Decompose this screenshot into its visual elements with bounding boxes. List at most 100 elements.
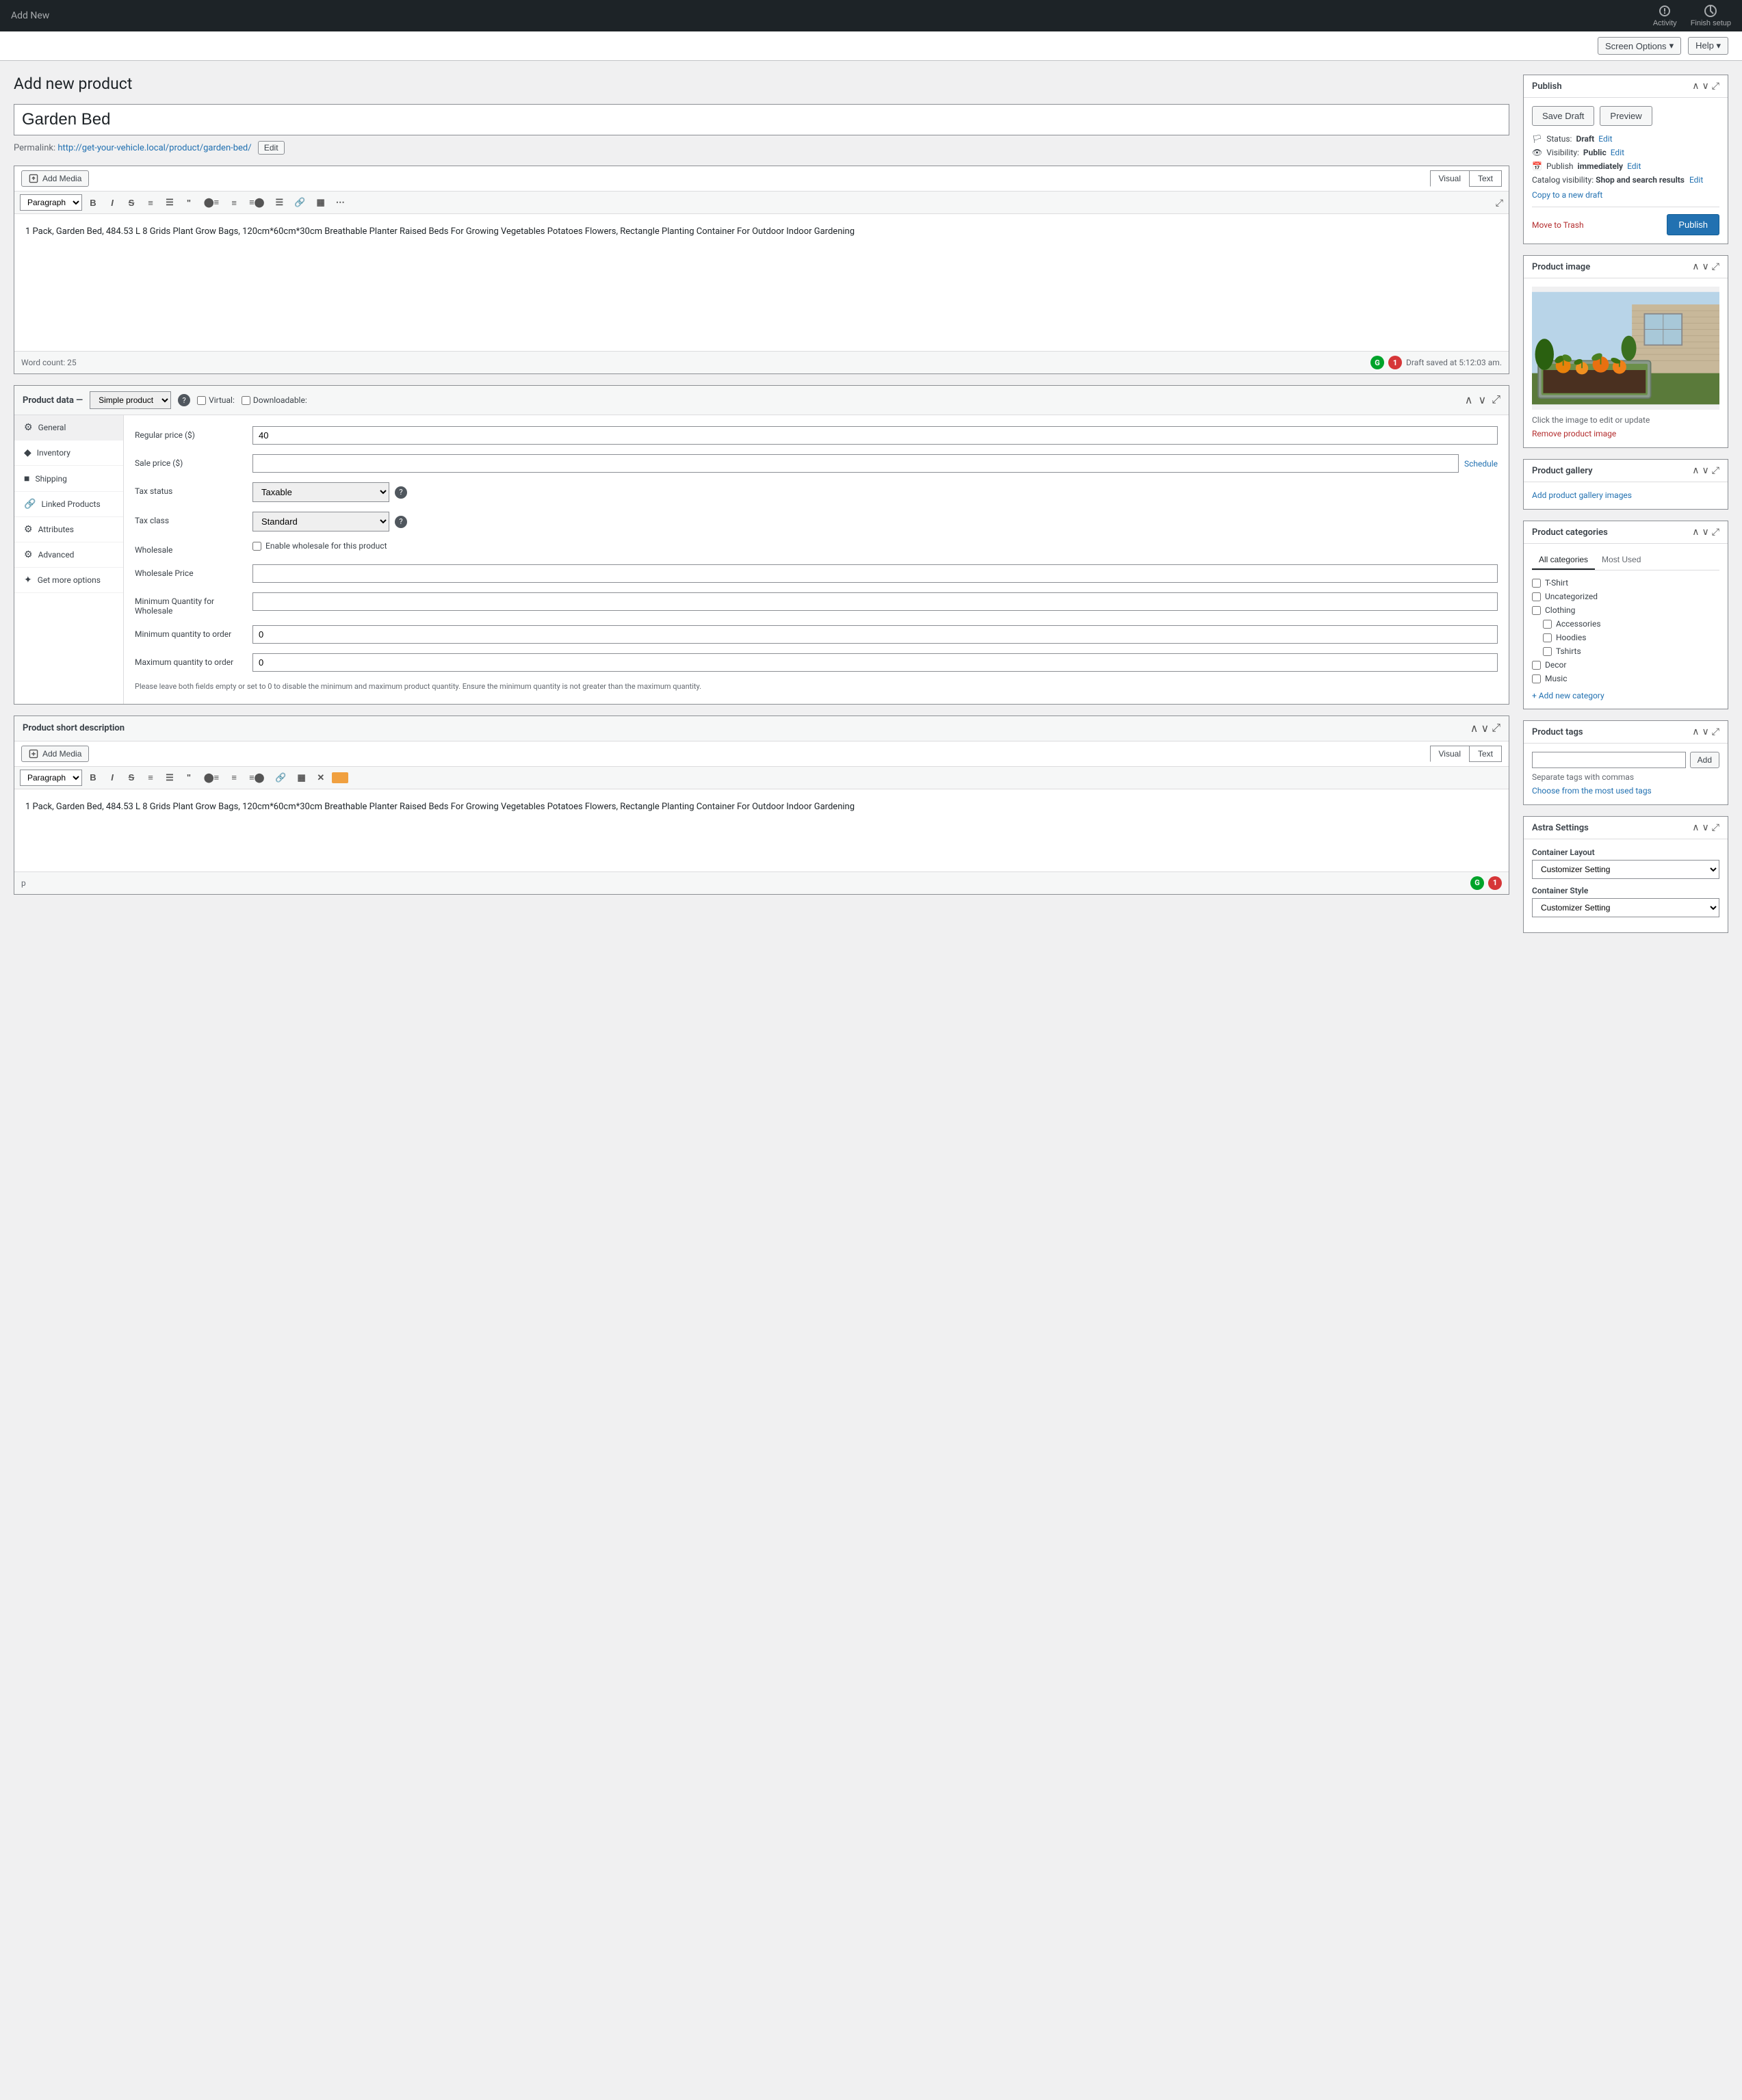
choose-tags-link[interactable]: Choose from the most used tags (1532, 786, 1652, 796)
catalog-edit[interactable]: Edit (1689, 175, 1703, 185)
cat-checkbox-tshirts[interactable] (1543, 647, 1552, 656)
short-desc-expand[interactable]: ⤢ (1492, 722, 1500, 735)
cat-checkbox-tshirt[interactable] (1532, 579, 1541, 588)
product-data-expand[interactable]: ⤢ (1492, 393, 1500, 407)
product-data-collapse-down[interactable]: ∨ (1478, 393, 1486, 407)
add-gallery-images-link[interactable]: Add product gallery images (1532, 490, 1632, 500)
strikethrough-button[interactable]: S (123, 195, 140, 211)
wholesale-checkbox[interactable] (252, 542, 261, 551)
product-gallery-header[interactable]: Product gallery ∧ ∨ ⤢ (1524, 460, 1728, 482)
cat-checkbox-hoodies[interactable] (1543, 633, 1552, 642)
product-categories-header[interactable]: Product categories ∧ ∨ ⤢ (1524, 521, 1728, 544)
publish-box-header[interactable]: Publish ∧ ∨ ⤢ (1524, 75, 1728, 98)
publish-button[interactable]: Publish (1667, 214, 1719, 235)
add-new-category-link[interactable]: + Add new category (1532, 691, 1719, 700)
more-button[interactable]: ⋯ (332, 194, 349, 211)
short-desc-visual-tab[interactable]: Visual (1430, 746, 1469, 762)
link-button[interactable]: 🔗 (290, 194, 309, 211)
regular-price-input[interactable] (252, 426, 1498, 445)
tags-add-button[interactable]: Add (1690, 752, 1719, 768)
container-layout-select[interactable]: Customizer Setting Full Width Contained (1532, 860, 1719, 879)
sd-blockquote-button[interactable]: " (181, 770, 197, 785)
ordered-list-button[interactable]: ☰ (161, 194, 178, 211)
expand-editor-button[interactable]: ⤢ (1496, 197, 1503, 209)
align-left-button[interactable]: ⬤≡ (200, 194, 223, 211)
short-desc-add-media-button[interactable]: Add Media (21, 746, 89, 762)
post-title-input[interactable] (14, 104, 1509, 135)
nav-item-attributes[interactable]: ⚙ Attributes (14, 517, 123, 542)
sd-italic-button[interactable]: I (104, 770, 120, 785)
publish-visibility-edit[interactable]: Edit (1611, 148, 1624, 157)
visual-tab[interactable]: Visual (1430, 170, 1469, 187)
finish-setup-button[interactable]: Finish setup (1691, 4, 1731, 27)
product-type-select[interactable]: Simple product (90, 391, 171, 409)
schedule-link[interactable]: Schedule (1464, 459, 1498, 469)
tax-status-help-icon[interactable]: ? (395, 486, 407, 499)
move-to-trash-link[interactable]: Move to Trash (1532, 220, 1584, 230)
copy-draft-link[interactable]: Copy to a new draft (1532, 190, 1719, 200)
cat-checkbox-decor[interactable] (1532, 661, 1541, 670)
save-draft-button[interactable]: Save Draft (1532, 106, 1594, 126)
sd-ul-button[interactable]: ≡ (142, 770, 159, 785)
virtual-checkbox[interactable] (197, 396, 206, 405)
publish-when-edit[interactable]: Edit (1627, 161, 1641, 171)
nav-item-get-more[interactable]: ✦ Get more options (14, 568, 123, 593)
max-qty-order-input[interactable] (252, 653, 1498, 672)
permalink-url[interactable]: http://get-your-vehicle.local/product/ga… (57, 143, 251, 153)
publish-status-edit[interactable]: Edit (1598, 134, 1612, 144)
downloadable-checkbox[interactable] (242, 396, 250, 405)
short-desc-collapse-up[interactable]: ∧ (1470, 722, 1479, 735)
astra-settings-header[interactable]: Astra Settings ∧ ∨ ⤢ (1524, 817, 1728, 839)
product-image-preview[interactable] (1532, 287, 1719, 410)
product-image-header[interactable]: Product image ∧ ∨ ⤢ (1524, 256, 1728, 278)
short-desc-collapse-down[interactable]: ∨ (1481, 722, 1489, 735)
align-right-button[interactable]: ≡⬤ (245, 194, 268, 211)
nav-item-shipping[interactable]: ■ Shipping (14, 466, 123, 492)
permalink-edit-button[interactable]: Edit (258, 141, 285, 155)
align-center-button[interactable]: ≡ (226, 195, 242, 211)
text-tab[interactable]: Text (1469, 170, 1502, 187)
table-button[interactable]: ▦ (312, 194, 328, 211)
activity-button[interactable]: Activity (1653, 4, 1677, 27)
format-select[interactable]: Paragraph (20, 194, 82, 211)
screen-options-button[interactable]: Screen Options ▾ (1598, 37, 1681, 55)
help-button[interactable]: Help ▾ (1688, 37, 1728, 55)
cat-checkbox-clothing[interactable] (1532, 606, 1541, 615)
tax-class-help-icon[interactable]: ? (395, 516, 407, 528)
sd-link-button[interactable]: 🔗 (271, 770, 290, 786)
product-type-help-icon[interactable]: ? (178, 394, 190, 406)
short-desc-format-select[interactable]: Paragraph (20, 770, 82, 786)
sd-align-right-button[interactable]: ≡⬤ (245, 770, 268, 786)
tags-input[interactable] (1532, 752, 1686, 768)
nav-item-linked-products[interactable]: 🔗 Linked Products (14, 492, 123, 517)
italic-button[interactable]: I (104, 195, 120, 211)
sd-color-button[interactable] (332, 772, 348, 783)
sd-table-button[interactable]: ▦ (293, 770, 309, 786)
tax-class-select[interactable]: Standard Reduced rate Zero rate (252, 512, 389, 531)
bold-button[interactable]: B (85, 195, 101, 211)
sd-ol-button[interactable]: ☰ (161, 770, 178, 786)
cat-checkbox-accessories[interactable] (1543, 620, 1552, 629)
all-categories-tab[interactable]: All categories (1532, 552, 1595, 570)
most-used-tab[interactable]: Most Used (1595, 552, 1648, 570)
add-media-button[interactable]: Add Media (21, 170, 89, 187)
product-data-collapse-up[interactable]: ∧ (1465, 393, 1473, 407)
sd-align-left-button[interactable]: ⬤≡ (200, 770, 223, 786)
blockquote-button[interactable]: " (181, 195, 197, 211)
nav-item-inventory[interactable]: ◆ Inventory (14, 441, 123, 466)
remove-product-image-link[interactable]: Remove product image (1532, 429, 1616, 438)
tax-status-select[interactable]: Taxable Shipping only None (252, 482, 389, 502)
sd-clear-button[interactable]: ✕ (313, 770, 329, 786)
short-desc-content[interactable]: 1 Pack, Garden Bed, 484.53 L 8 Grids Pla… (14, 789, 1509, 871)
preview-button[interactable]: Preview (1600, 106, 1652, 126)
container-style-select[interactable]: Customizer Setting Unboxed Boxed (1532, 898, 1719, 917)
align-justify-button[interactable]: ☰ (271, 194, 287, 211)
cat-checkbox-music[interactable] (1532, 674, 1541, 683)
sd-strikethrough-button[interactable]: S (123, 770, 140, 785)
sd-align-center-button[interactable]: ≡ (226, 770, 242, 785)
short-desc-text-tab[interactable]: Text (1469, 746, 1502, 762)
editor-content[interactable]: 1 Pack, Garden Bed, 484.53 L 8 Grids Pla… (14, 214, 1509, 351)
sale-price-input[interactable] (252, 454, 1459, 473)
unordered-list-button[interactable]: ≡ (142, 195, 159, 211)
product-tags-header[interactable]: Product tags ∧ ∨ ⤢ (1524, 721, 1728, 744)
